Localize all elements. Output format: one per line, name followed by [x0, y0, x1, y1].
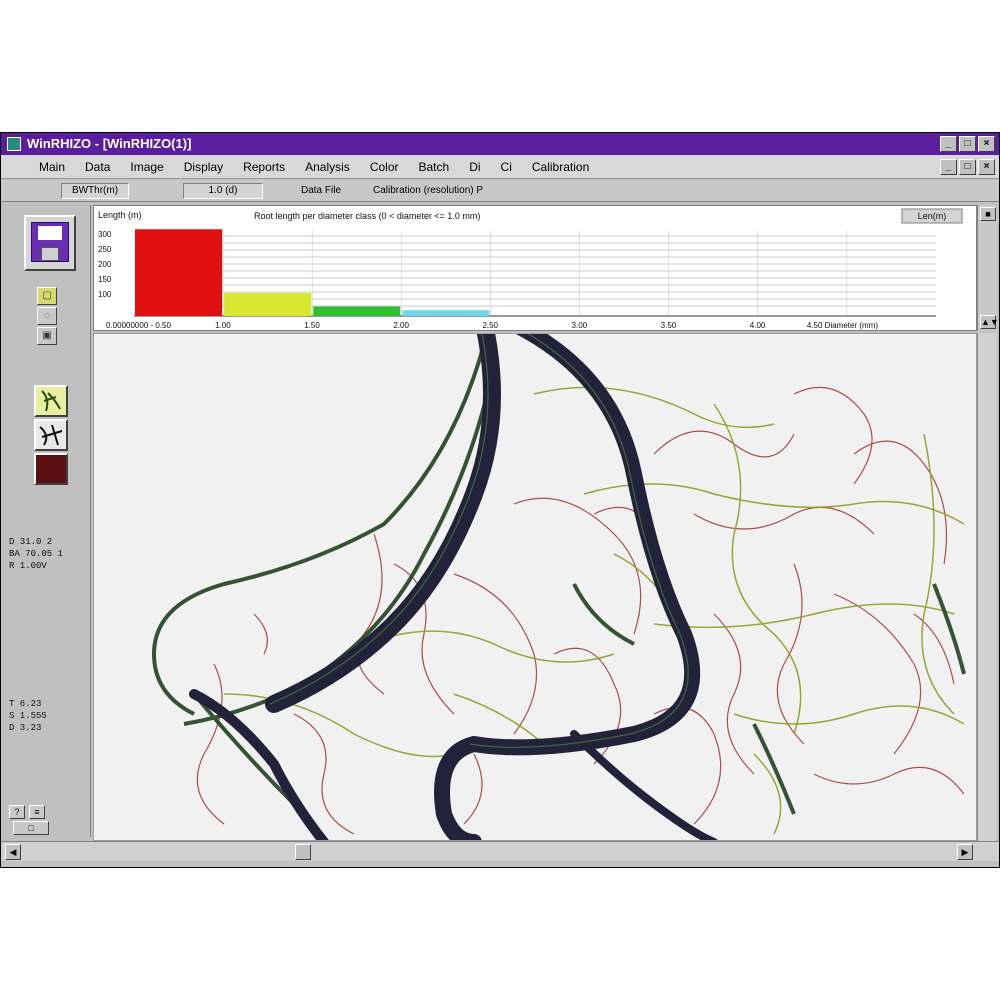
- root-image-canvas[interactable]: [93, 333, 977, 841]
- frame-tool-button[interactable]: ▣: [37, 327, 57, 345]
- menu-analysis[interactable]: Analysis: [297, 160, 362, 174]
- floppy-disk-icon: [31, 222, 69, 262]
- histogram-bar[interactable]: [135, 229, 223, 316]
- diameter-histogram-panel: Length (m) Root length per diameter clas…: [93, 205, 977, 331]
- chart-x-tick-label: 0.00000000 - 0.50: [106, 321, 171, 330]
- menu-display[interactable]: Display: [176, 160, 235, 174]
- data-file-label[interactable]: Data File: [301, 183, 341, 199]
- mdi-restore-button[interactable]: □: [959, 159, 976, 175]
- info-line-2: BA 70.05 1: [9, 549, 64, 559]
- menu-color[interactable]: Color: [362, 160, 411, 174]
- chart-scrollbar[interactable]: ■ ▲▼: [977, 205, 999, 331]
- minimize-button[interactable]: _: [940, 136, 957, 152]
- chart-y-ticks: 100 150 200 250 300: [98, 230, 112, 299]
- main-roots: [189, 334, 718, 840]
- floppy-shutter: [41, 247, 59, 261]
- mdi-controls: _ □ ×: [940, 159, 995, 175]
- menu-bar: Main Data Image Display Reports Analysis…: [1, 155, 999, 179]
- menu-batch[interactable]: Batch: [411, 160, 462, 174]
- stat-line-1: T 6.23: [9, 699, 42, 709]
- chart-x-tick-label: 4.50 Diameter (mm): [807, 321, 878, 330]
- histogram-chart: Length (m) Root length per diameter clas…: [98, 208, 963, 330]
- menu-main[interactable]: Main: [31, 160, 77, 174]
- chart-y-tick-label: 200: [98, 260, 112, 269]
- root-view-icon: [41, 390, 61, 412]
- menu-reports[interactable]: Reports: [235, 160, 297, 174]
- threshold-field[interactable]: BWThr(m): [61, 183, 129, 199]
- color-view-button[interactable]: [34, 453, 68, 485]
- app-system-icon[interactable]: [7, 137, 21, 151]
- mdi-close-button[interactable]: ×: [978, 159, 995, 175]
- chart-x-ticks: 0.00000000 - 0.50 1.00 1.50 2.00 2.50 3.00 3.5…: [106, 321, 878, 330]
- window-controls: _ □ ×: [940, 136, 995, 152]
- chart-mode-label: Len(m): [918, 211, 947, 221]
- floppy-label: [38, 226, 62, 240]
- scale-field[interactable]: 1.0 (d): [183, 183, 263, 199]
- square-icon: ▢: [42, 290, 52, 301]
- winrhizo-window: WinRHIZO - [WinRHIZO(1)] _ □ × Main Data…: [0, 132, 1000, 868]
- maximize-button[interactable]: □: [959, 136, 976, 152]
- chart-x-tick-label: 2.50: [482, 321, 498, 330]
- close-button[interactable]: ×: [978, 136, 995, 152]
- root-highlights: [269, 334, 689, 748]
- title-bar[interactable]: WinRHIZO - [WinRHIZO(1)] _ □ ×: [1, 133, 999, 155]
- fine-roots-red: [196, 386, 965, 835]
- mdi-minimize-button[interactable]: _: [940, 159, 957, 175]
- chart-x-tick-label: 3.00: [572, 321, 588, 330]
- chart-y-axis-label: Length (m): [98, 210, 142, 220]
- chart-y-tick-label: 250: [98, 245, 112, 254]
- window-title: WinRHIZO - [WinRHIZO(1)]: [27, 136, 192, 151]
- lasso-icon: ◌: [44, 310, 50, 321]
- info-line-1: D 31.0 2: [9, 537, 53, 547]
- chart-x-tick-label: 4.00: [750, 321, 766, 330]
- canvas-horizontal-scrollbar[interactable]: ◀ ▶: [1, 841, 999, 861]
- chart-y-tick-label: 150: [98, 275, 112, 284]
- scroll-right-arrow[interactable]: ▶: [957, 844, 973, 860]
- chart-scroll-bottom-arrow[interactable]: ▲▼: [980, 315, 999, 329]
- menu-image[interactable]: Image: [122, 160, 175, 174]
- chart-x-tick-label: 1.00: [215, 321, 231, 330]
- info-line-3: R 1.00V: [9, 561, 47, 571]
- histogram-bar[interactable]: [224, 292, 312, 316]
- root-system-image: [151, 334, 966, 840]
- stat-line-3: D 3.23: [9, 723, 42, 733]
- scroll-thumb[interactable]: [295, 844, 311, 860]
- skeleton-view-icon: [39, 424, 63, 446]
- menu-ci[interactable]: Ci: [493, 160, 524, 174]
- chart-x-tick-label: 1.50: [304, 321, 320, 330]
- calibration-label[interactable]: Calibration (resolution) P: [373, 183, 483, 199]
- frame-icon: ▣: [42, 330, 52, 341]
- histogram-bar[interactable]: [402, 310, 490, 316]
- lasso-tool-button[interactable]: ◌: [37, 307, 57, 325]
- chart-x-tick-label: 2.00: [393, 321, 409, 330]
- stat-line-2: S 1.555: [9, 711, 47, 721]
- chart-scroll-top-arrow[interactable]: ■: [980, 207, 996, 221]
- menu-calibration[interactable]: Calibration: [524, 160, 601, 174]
- select-tool-button[interactable]: ▢: [37, 287, 57, 305]
- save-button[interactable]: [24, 215, 76, 271]
- scroll-left-arrow[interactable]: ◀: [5, 844, 21, 860]
- skeleton-view-button[interactable]: [34, 419, 68, 451]
- chart-title: Root length per diameter class (0 < diam…: [254, 211, 480, 221]
- root-view-button[interactable]: [34, 385, 68, 417]
- menu-data[interactable]: Data: [77, 160, 122, 174]
- help-button[interactable]: ?: [9, 805, 25, 819]
- chart-x-tick-label: 3.50: [661, 321, 677, 330]
- window-button[interactable]: □: [13, 821, 49, 835]
- chart-y-tick-label: 100: [98, 290, 112, 299]
- histogram-bar[interactable]: [313, 306, 401, 316]
- toolbar: BWThr(m) 1.0 (d) Data File Calibration (…: [1, 180, 999, 202]
- sidebar-footer: ? ≡ □: [7, 805, 89, 837]
- list-button[interactable]: ≡: [29, 805, 45, 819]
- menu-di[interactable]: Di: [461, 160, 492, 174]
- chart-y-tick-label: 300: [98, 230, 112, 239]
- canvas-vertical-scrollbar[interactable]: [977, 333, 997, 841]
- left-tool-panel: ▢ ◌ ▣ D 31.0 2 BA 70.05 1 R 1.00V T 6.23…: [7, 205, 91, 837]
